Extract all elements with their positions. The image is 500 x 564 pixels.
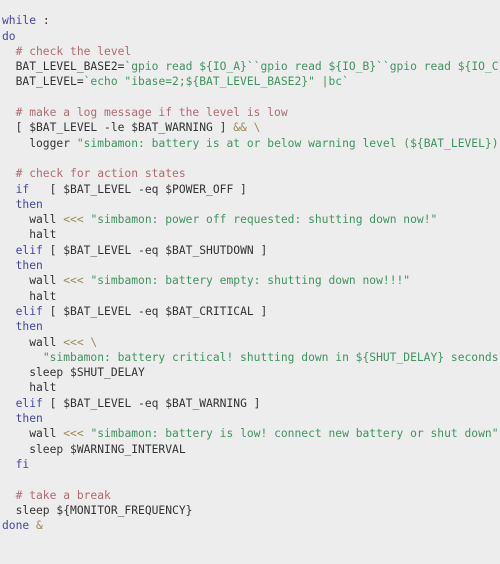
code-token-kw: do <box>2 29 16 43</box>
code-token-str: "simbamon: battery critical! shutting do… <box>42 350 500 364</box>
code-token-str: `echo "ibase=2;${BAT_LEVEL_BASE2}" |bc` <box>83 75 349 89</box>
code-line: wall <<< "simbamon: power off requested:… <box>2 212 500 227</box>
code-line: halt <box>2 380 500 395</box>
code-token-cmt: # check for action states <box>2 167 186 181</box>
code-line: elif [ $BAT_LEVEL -eq $BAT_SHUTDOWN ] <box>2 243 500 258</box>
code-token-pln <box>2 183 16 196</box>
code-token-kw: then <box>15 412 43 426</box>
code-token-pln: wall <box>2 274 64 288</box>
code-token-kw: then <box>15 259 43 273</box>
code-line: # check the level <box>2 44 500 59</box>
code-token-pln <box>2 320 16 333</box>
code-token-kw: elif <box>15 396 43 410</box>
code-line: wall <<< "simbamon: battery empty: shutt… <box>2 273 500 288</box>
code-token-pln <box>2 351 43 364</box>
code-line: then <box>2 197 500 212</box>
code-token-cmt: # make a log message if the level is low <box>2 106 288 120</box>
code-token-op: <<< <box>63 427 84 441</box>
code-token-pln: [ $BAT_LEVEL -eq $BAT_SHUTDOWN ] <box>42 243 268 257</box>
code-line: ​ <box>2 90 500 105</box>
code-token-op: <<< <box>63 213 84 227</box>
code-line: fi <box>2 457 500 472</box>
code-token-str: "simbamon: battery is low! connect new b… <box>90 427 499 441</box>
code-token-pln: [ $BAT_LEVEL -le $BAT_WARNING ] <box>2 121 234 135</box>
code-token-pln <box>2 198 16 211</box>
code-line: wall <<< "simbamon: battery is low! conn… <box>2 426 500 441</box>
code-token-str: `gpio read ${IO_C}` <box>382 60 500 74</box>
code-line: sleep $SHUT_DELAY <box>2 365 500 380</box>
code-token-pln: : <box>36 14 50 28</box>
code-line: elif [ $BAT_LEVEL -eq $BAT_WARNING ] <box>2 396 500 411</box>
code-token-op: & <box>36 519 43 533</box>
code-token-kw: then <box>15 197 43 211</box>
code-token-pln <box>2 305 16 318</box>
code-token-str: `gpio read ${IO_B}` <box>253 60 383 74</box>
code-token-str: `gpio read ${IO_A}` <box>124 60 254 74</box>
code-token-pln: [ $BAT_LEVEL -eq $POWER_OFF ] <box>29 182 247 196</box>
code-token-pln: BAT_LEVEL= <box>2 75 84 89</box>
code-token-pln: halt <box>2 289 57 303</box>
code-token-cmt: # take a break <box>2 488 111 502</box>
code-token-kw: if <box>15 182 30 196</box>
code-line: [ $BAT_LEVEL -le $BAT_WARNING ] && \ <box>2 120 500 135</box>
code-token-pln: sleep ${MONITOR_FREQUENCY} <box>2 503 193 517</box>
code-line: logger "simbamon: battery is at or below… <box>2 136 500 151</box>
code-line: do <box>2 29 500 44</box>
code-token-pln <box>29 519 36 532</box>
code-token-pln <box>2 259 16 272</box>
code-token-pln: [ $BAT_LEVEL -eq $BAT_WARNING ] <box>42 396 261 410</box>
code-token-pln: logger <box>2 136 77 150</box>
code-line: done & <box>2 518 500 533</box>
code-token-str: "simbamon: battery is at or below warnin… <box>76 136 500 150</box>
code-line: sleep ${MONITOR_FREQUENCY} <box>2 503 500 518</box>
code-line: wall <<< \ <box>2 335 500 350</box>
code-line: halt <box>2 227 500 242</box>
code-token-op: <<< \ <box>63 335 98 349</box>
code-line: ​ <box>2 472 500 487</box>
code-token-kw: while <box>2 14 37 28</box>
code-line: while : <box>2 13 500 28</box>
code-token-kw: fi <box>15 457 30 471</box>
code-token-pln: wall <box>2 427 64 441</box>
code-token-str: "simbamon: power off requested: shutting… <box>90 213 438 227</box>
code-token-pln <box>2 458 16 471</box>
code-token-str: "simbamon: battery empty: shutting down … <box>90 274 411 288</box>
code-line: BAT_LEVEL=`echo "ibase=2;${BAT_LEVEL_BAS… <box>2 74 500 89</box>
code-line: then <box>2 258 500 273</box>
code-token-pln: halt <box>2 228 57 242</box>
code-token-pln: halt <box>2 381 57 395</box>
code-line: # take a break <box>2 488 500 503</box>
code-token-kw: done <box>2 519 30 533</box>
code-line: # check for action states <box>2 166 500 181</box>
code-token-kw: elif <box>15 304 43 318</box>
code-token-pln: sleep $WARNING_INTERVAL <box>2 442 186 456</box>
code-token-pln <box>2 397 16 410</box>
code-token-pln: sleep $SHUT_DELAY <box>2 366 145 380</box>
code-token-pln: wall <box>2 213 64 227</box>
code-line: then <box>2 319 500 334</box>
code-token-kw: then <box>15 320 43 334</box>
code-line: sleep $WARNING_INTERVAL <box>2 442 500 457</box>
code-token-op: <<< <box>63 274 84 288</box>
code-token-pln <box>2 412 16 425</box>
code-token-pln: wall <box>2 335 64 349</box>
code-token-pln <box>2 244 16 257</box>
code-line: if [ $BAT_LEVEL -eq $POWER_OFF ] <box>2 182 500 197</box>
code-token-kw: elif <box>15 243 43 257</box>
code-line: BAT_LEVEL_BASE2=`gpio read ${IO_A}``gpio… <box>2 59 500 74</box>
code-line: "simbamon: battery critical! shutting do… <box>2 350 500 365</box>
code-token-op: && \ <box>233 121 261 135</box>
code-line: halt <box>2 289 500 304</box>
code-line: elif [ $BAT_LEVEL -eq $BAT_CRITICAL ] <box>2 304 500 319</box>
code-line: ​ <box>2 151 500 166</box>
code-line: then <box>2 411 500 426</box>
code-token-pln: [ $BAT_LEVEL -eq $BAT_CRITICAL ] <box>42 304 268 318</box>
code-listing[interactable]: while : do # check the level BAT_LEVEL_BA… <box>0 11 500 564</box>
code-line: # make a log message if the level is low <box>2 105 500 120</box>
code-token-pln: BAT_LEVEL_BASE2= <box>2 60 125 74</box>
code-token-cmt: # check the level <box>2 44 132 58</box>
